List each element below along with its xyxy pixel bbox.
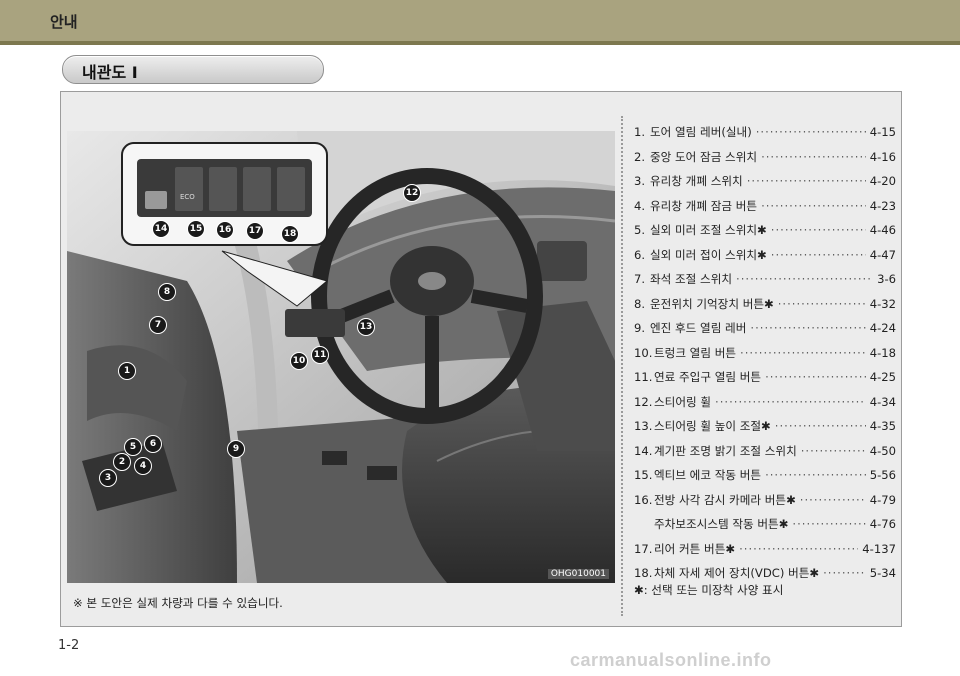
callout-14: 14 bbox=[152, 220, 170, 238]
list-item: 5.실외 미러 조절 스위치✱4-46 bbox=[634, 222, 896, 247]
header-bar bbox=[0, 0, 960, 41]
header-divider bbox=[0, 41, 960, 45]
callout-7: 7 bbox=[149, 316, 167, 334]
callout-3: 3 bbox=[99, 469, 117, 487]
callout-1: 1 bbox=[118, 362, 136, 380]
callout-10: 10 bbox=[290, 352, 308, 370]
callout-13: 13 bbox=[357, 318, 375, 336]
list-item: 6.실외 미러 접이 스위치✱4-47 bbox=[634, 247, 896, 272]
option-legend: ✱: 선택 또는 미장착 사양 표시 bbox=[634, 583, 784, 597]
callout-6: 6 bbox=[144, 435, 162, 453]
page-number: 1-2 bbox=[58, 638, 80, 653]
svg-text:ECO: ECO bbox=[180, 193, 195, 201]
list-item: 4.유리창 개폐 잠금 버튼4-23 bbox=[634, 198, 896, 223]
image-code: OHG010001 bbox=[547, 569, 609, 579]
list-item: 16.전방 사각 감시 카메라 버튼✱4-79 bbox=[634, 492, 896, 517]
callout-8: 8 bbox=[158, 283, 176, 301]
interior-illustration: ECO OHG010001 bbox=[67, 131, 615, 583]
list-item: 12.스티어링 휠4-34 bbox=[634, 394, 896, 419]
list-item: 주차보조시스템 작동 버튼✱4-76 bbox=[634, 516, 896, 541]
component-list: 1.도어 열림 레버(실내)4-15 2.중앙 도어 잠금 스위치4-16 3.… bbox=[634, 124, 896, 590]
list-item: 15.엑티브 에코 작동 버튼5-56 bbox=[634, 467, 896, 492]
callout-12: 12 bbox=[403, 184, 421, 202]
list-item: 10.트렁크 열림 버튼4-18 bbox=[634, 345, 896, 370]
chapter-title: 안내 bbox=[50, 13, 78, 31]
figure-note: ※ 본 도안은 실제 차량과 다를 수 있습니다. bbox=[73, 596, 283, 610]
list-item: 3.유리창 개폐 스위치4-20 bbox=[634, 173, 896, 198]
list-item: 11.연료 주입구 열림 버튼4-25 bbox=[634, 369, 896, 394]
list-item: 1.도어 열림 레버(실내)4-15 bbox=[634, 124, 896, 149]
interior-drawing: ECO bbox=[67, 131, 615, 583]
callout-11: 11 bbox=[311, 346, 329, 364]
callout-15: 15 bbox=[187, 220, 205, 238]
column-separator bbox=[621, 116, 623, 616]
callout-16: 16 bbox=[216, 221, 234, 239]
callout-5: 5 bbox=[124, 438, 142, 456]
callout-17: 17 bbox=[246, 222, 264, 240]
callout-18: 18 bbox=[281, 225, 299, 243]
section-title: 내관도 Ⅰ bbox=[82, 63, 138, 82]
list-item: 9.엔진 후드 열림 레버4-24 bbox=[634, 320, 896, 345]
list-item: 7.좌석 조절 스위치3-6 bbox=[634, 271, 896, 296]
callout-2: 2 bbox=[113, 453, 131, 471]
list-item: 13.스티어링 휠 높이 조절✱4-35 bbox=[634, 418, 896, 443]
list-item: 8.운전위치 기억장치 버튼✱4-32 bbox=[634, 296, 896, 321]
watermark: carmanualsonline.info bbox=[570, 650, 772, 670]
callout-9: 9 bbox=[227, 440, 245, 458]
list-item: 17.리어 커튼 버튼✱4-137 bbox=[634, 541, 896, 566]
list-item: 2.중앙 도어 잠금 스위치4-16 bbox=[634, 149, 896, 174]
list-item: 14.계기판 조명 밝기 조절 스위치4-50 bbox=[634, 443, 896, 468]
callout-4: 4 bbox=[134, 457, 152, 475]
